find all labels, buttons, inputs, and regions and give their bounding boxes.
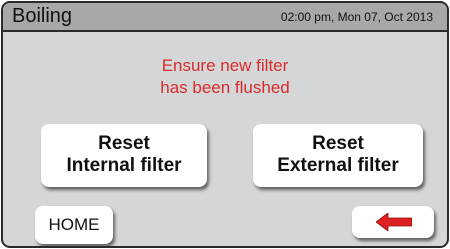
screen-frame: Boiling 02:00 pm, Mon 07, Oct 2013 Ensur… (1, 1, 449, 248)
left-arrow-icon (376, 213, 412, 231)
instruction-message-line2: has been flushed (160, 78, 290, 97)
reset-external-label-line2: External filter (277, 155, 399, 176)
reset-internal-filter-button[interactable]: Reset Internal filter (41, 124, 207, 187)
reset-internal-label-line1: Reset (98, 133, 150, 154)
reset-external-label-line1: Reset (312, 133, 364, 154)
instruction-message-line1: Ensure new filter (161, 56, 289, 75)
reset-internal-label-line2: Internal filter (66, 155, 182, 176)
datetime-display: 02:00 pm, Mon 07, Oct 2013 (280, 10, 433, 24)
home-button[interactable]: HOME (35, 206, 113, 244)
header-bar: Boiling 02:00 pm, Mon 07, Oct 2013 (3, 3, 447, 32)
reset-external-filter-button[interactable]: Reset External filter (253, 124, 423, 187)
back-button[interactable] (352, 206, 434, 238)
screen-title: Boiling (12, 5, 73, 27)
